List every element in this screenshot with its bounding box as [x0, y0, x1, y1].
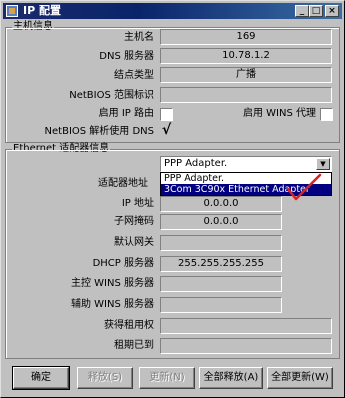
netbios-dns-checkbox[interactable]: √	[160, 123, 173, 138]
primary-wins-label: 主控 WINS 服务器	[70, 278, 154, 289]
subnet-mask-field: 0.0.0.0	[160, 214, 282, 230]
host-name-label: 主机名	[124, 32, 154, 43]
window-title: IP 配置	[23, 4, 61, 17]
dhcp-server-field: 255.255.255.255	[160, 256, 282, 272]
minimize-button[interactable]: _	[295, 5, 309, 17]
adapter-address-label: 适配器地址	[98, 178, 148, 189]
close-button[interactable]: ×	[325, 5, 339, 17]
netbios-scope-label: NetBIOS 范围标识	[69, 90, 154, 101]
secondary-wins-label: 辅助 WINS 服务器	[70, 299, 154, 310]
secondary-wins-field	[160, 297, 282, 313]
ip-routing-label: 启用 IP 路由	[98, 108, 154, 119]
netbios-scope-field	[160, 87, 332, 103]
adapter-select[interactable]: PPP Adapter. ▼	[160, 156, 332, 172]
annotation-checkmark-icon	[286, 173, 322, 201]
dns-server-field: 10.78.1.2	[160, 48, 332, 64]
adapter-select-value: PPP Adapter.	[164, 158, 228, 169]
ok-button[interactable]: 确定	[12, 366, 70, 390]
ip-routing-checkbox[interactable]	[160, 108, 173, 121]
primary-wins-field	[160, 276, 282, 292]
ip-config-window: IP 配置 _ □ × 主机信息 主机名 169 DNS 服务器 10.78.1…	[0, 0, 345, 398]
release-all-button[interactable]: 全部释放(A)	[199, 367, 263, 389]
host-name-field: 169	[160, 29, 332, 45]
maximize-button[interactable]: □	[309, 5, 323, 17]
ip-address-field: 0.0.0.0	[160, 196, 282, 212]
lease-expires-field	[160, 338, 332, 354]
ip-address-label: IP 地址	[121, 198, 154, 209]
node-type-field: 广播	[160, 67, 332, 83]
host-info-title: 主机信息	[12, 21, 54, 33]
subnet-mask-label: 子网掩码	[114, 216, 154, 227]
network-icon	[6, 5, 18, 17]
node-type-label: 结点类型	[114, 70, 154, 81]
adapter-info-title: Ethernet 适配器信息	[12, 143, 111, 155]
wins-proxy-checkbox[interactable]	[320, 108, 333, 121]
lease-obtained-field	[160, 318, 332, 334]
default-gateway-label: 默认网关	[114, 237, 154, 248]
lease-expires-label: 租期已到	[114, 340, 154, 351]
renew-all-button[interactable]: 全部更新(W)	[267, 367, 333, 389]
renew-button[interactable]: 更新(N)	[139, 367, 195, 389]
wins-proxy-label: 启用 WINS 代理	[242, 108, 316, 119]
chevron-down-icon[interactable]: ▼	[316, 158, 330, 170]
release-button[interactable]: 释放(S)	[77, 367, 133, 389]
default-gateway-field	[160, 235, 282, 251]
dhcp-server-label: DHCP 服务器	[92, 258, 154, 269]
title-bar[interactable]: IP 配置 _ □ ×	[3, 3, 342, 19]
netbios-dns-label: NetBIOS 解析使用 DNS	[44, 126, 154, 137]
dns-server-label: DNS 服务器	[99, 51, 154, 62]
lease-obtained-label: 获得租用权	[104, 320, 154, 331]
